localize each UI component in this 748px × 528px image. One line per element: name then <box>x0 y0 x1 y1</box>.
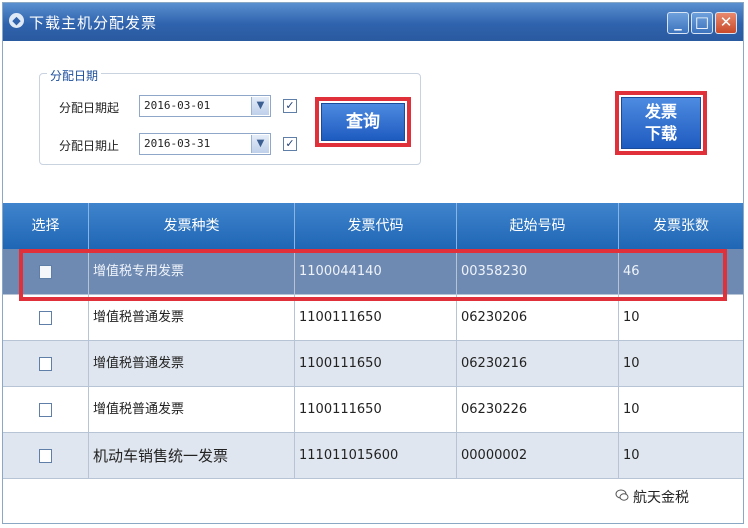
row-select-cell <box>3 295 89 341</box>
row-invoice-code: 1100111650 <box>295 341 457 387</box>
start-date-label: 分配日期起 <box>59 101 120 115</box>
row-invoice-code: 1100111650 <box>295 295 457 341</box>
row-start-number: 00000002 <box>457 433 619 479</box>
end-date-value: 2016-03-31 <box>144 137 211 150</box>
row-start-number: 06230206 <box>457 295 619 341</box>
start-date-checkbox[interactable]: ✓ <box>283 99 297 113</box>
header-invoice-count[interactable]: 发票张数 <box>619 203 743 249</box>
row-invoice-type: 增值税普通发票 <box>89 295 295 341</box>
row-highlight-frame <box>19 249 727 301</box>
header-invoice-type[interactable]: 发票种类 <box>89 203 295 249</box>
table-row[interactable]: 增值税普通发票 1100111650 06230226 10 <box>3 387 743 433</box>
window-title: 下载主机分配发票 <box>29 14 158 32</box>
app-window: ◆ 下载主机分配发票 _ □ ✕ 分配日期 分配日期起 2016-03-01 ▼… <box>2 2 744 524</box>
start-date-picker[interactable]: 2016-03-01 ▼ <box>139 95 271 117</box>
row-invoice-type: 增值税普通发票 <box>89 341 295 387</box>
end-date-picker[interactable]: 2016-03-31 ▼ <box>139 133 271 155</box>
row-select-cell <box>3 387 89 433</box>
start-date-value: 2016-03-01 <box>144 99 211 112</box>
download-invoice-button[interactable]: 发票 下载 <box>621 97 701 149</box>
main-content: 分配日期 分配日期起 2016-03-01 ▼ ✓ 分配日期止 2016-03-… <box>3 41 743 523</box>
row-select-cell <box>3 433 89 479</box>
row-start-number: 06230226 <box>457 387 619 433</box>
header-invoice-code[interactable]: 发票代码 <box>295 203 457 249</box>
date-group-legend: 分配日期 <box>47 67 102 84</box>
table-row[interactable]: 增值税普通发票 1100111650 06230206 10 <box>3 295 743 341</box>
app-icon: ◆ <box>9 13 24 28</box>
maximize-button[interactable]: □ <box>691 12 713 34</box>
download-button-line1: 发票 <box>644 102 677 121</box>
row-checkbox[interactable] <box>39 403 52 417</box>
title-bar[interactable]: ◆ 下载主机分配发票 _ □ ✕ <box>3 3 743 41</box>
row-checkbox[interactable] <box>39 311 52 325</box>
header-select[interactable]: 选择 <box>3 203 89 249</box>
row-invoice-type: 机动车销售统一发票 <box>89 433 295 479</box>
watermark-text: 航天金税 <box>633 490 689 506</box>
row-checkbox[interactable] <box>39 357 52 371</box>
row-invoice-count: 10 <box>623 356 640 371</box>
row-invoice-type: 增值税普通发票 <box>89 387 295 433</box>
end-date-checkbox[interactable]: ✓ <box>283 137 297 151</box>
row-invoice-count: 10 <box>623 448 640 463</box>
chevron-down-icon[interactable]: ▼ <box>251 135 269 153</box>
query-button[interactable]: 查询 <box>321 103 405 141</box>
minimize-button[interactable]: _ <box>667 12 689 34</box>
chevron-down-icon[interactable]: ▼ <box>251 97 269 115</box>
end-date-label: 分配日期止 <box>59 139 120 153</box>
wechat-icon <box>615 489 629 501</box>
row-select-cell <box>3 341 89 387</box>
download-button-line2: 下载 <box>644 124 677 143</box>
row-checkbox[interactable] <box>39 449 52 463</box>
row-invoice-count: 10 <box>623 310 640 325</box>
table-row[interactable]: 增值税普通发票 1100111650 06230216 10 <box>3 341 743 387</box>
row-start-number: 06230216 <box>457 341 619 387</box>
row-invoice-code: 111011015600 <box>295 433 457 479</box>
table-header: 选择 发票种类 发票代码 起始号码 发票张数 <box>3 203 743 249</box>
close-button[interactable]: ✕ <box>715 12 737 34</box>
table-row[interactable]: 机动车销售统一发票 111011015600 00000002 10 <box>3 433 743 479</box>
header-start-number[interactable]: 起始号码 <box>457 203 619 249</box>
row-invoice-count: 10 <box>623 402 640 417</box>
row-invoice-code: 1100111650 <box>295 387 457 433</box>
